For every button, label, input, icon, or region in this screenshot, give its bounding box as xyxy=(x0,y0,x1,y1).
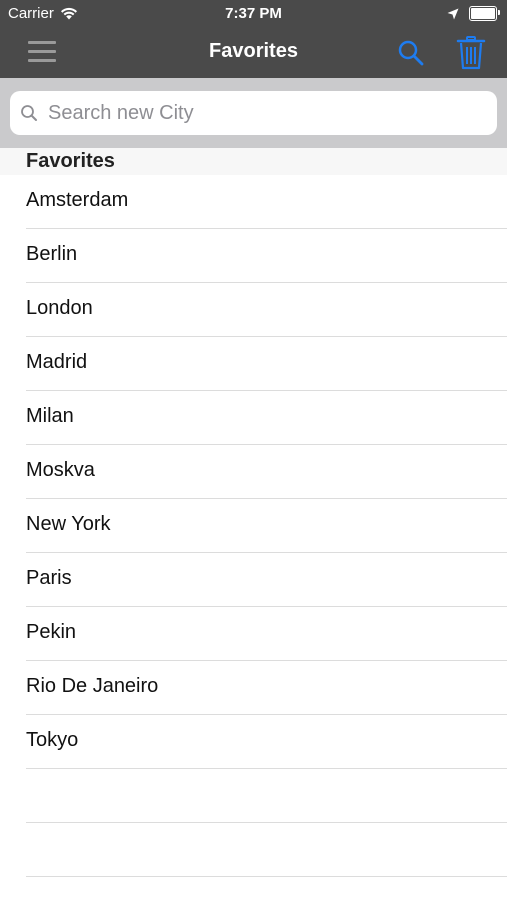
row-separator xyxy=(26,876,507,877)
favorites-screen: Carrier 7:37 PM Favorites Search new Cit… xyxy=(0,0,507,900)
search-field[interactable] xyxy=(10,91,497,135)
status-time: 7:37 PM xyxy=(225,5,282,22)
list-item[interactable]: Moskva xyxy=(0,445,507,499)
status-right-indicators xyxy=(447,6,500,21)
search-icon xyxy=(398,40,424,66)
city-name: New York xyxy=(26,513,111,535)
city-name: Tokyo xyxy=(26,729,79,751)
section-title: Favorites xyxy=(26,150,115,172)
city-name: Paris xyxy=(26,567,72,589)
search-bar-container xyxy=(0,78,507,148)
list-item[interactable]: Milan xyxy=(0,391,507,445)
list-item[interactable]: London xyxy=(0,283,507,337)
list-item[interactable]: Tokyo xyxy=(0,715,507,769)
city-name: Milan xyxy=(26,405,74,427)
list-item[interactable]: Berlin xyxy=(0,229,507,283)
trash-icon xyxy=(456,36,486,70)
city-name: Pekin xyxy=(26,621,77,643)
list-item[interactable]: Paris xyxy=(0,553,507,607)
location-arrow-icon xyxy=(447,8,459,19)
city-name: Moskva xyxy=(26,459,95,481)
section-header: Favorites xyxy=(0,148,507,175)
city-name: Madrid xyxy=(26,351,88,373)
list-item[interactable]: New York xyxy=(0,499,507,553)
empty-list-row xyxy=(0,823,507,877)
magnifier-icon xyxy=(21,105,37,121)
list-item[interactable]: Pekin xyxy=(0,607,507,661)
battery-level xyxy=(471,8,495,19)
city-name: Berlin xyxy=(26,243,78,265)
delete-button[interactable] xyxy=(456,36,486,70)
list-item[interactable]: Amsterdam xyxy=(0,175,507,229)
list-item[interactable]: Madrid xyxy=(0,337,507,391)
city-name: Rio De Janeiro xyxy=(26,675,159,697)
list-item[interactable]: Rio De Janeiro xyxy=(0,661,507,715)
page-title: Favorites xyxy=(209,40,298,62)
city-name: London xyxy=(26,297,93,319)
search-button[interactable] xyxy=(396,38,426,68)
favorites-list: Amsterdam Berlin London Madrid Milan Mos… xyxy=(0,175,507,877)
city-name: Amsterdam xyxy=(26,189,129,211)
search-input[interactable] xyxy=(46,100,470,126)
navigation-bar: Favorites xyxy=(0,28,507,78)
battery-icon xyxy=(469,6,500,21)
status-bar: Carrier 7:37 PM xyxy=(0,0,507,28)
empty-list-row xyxy=(0,769,507,823)
